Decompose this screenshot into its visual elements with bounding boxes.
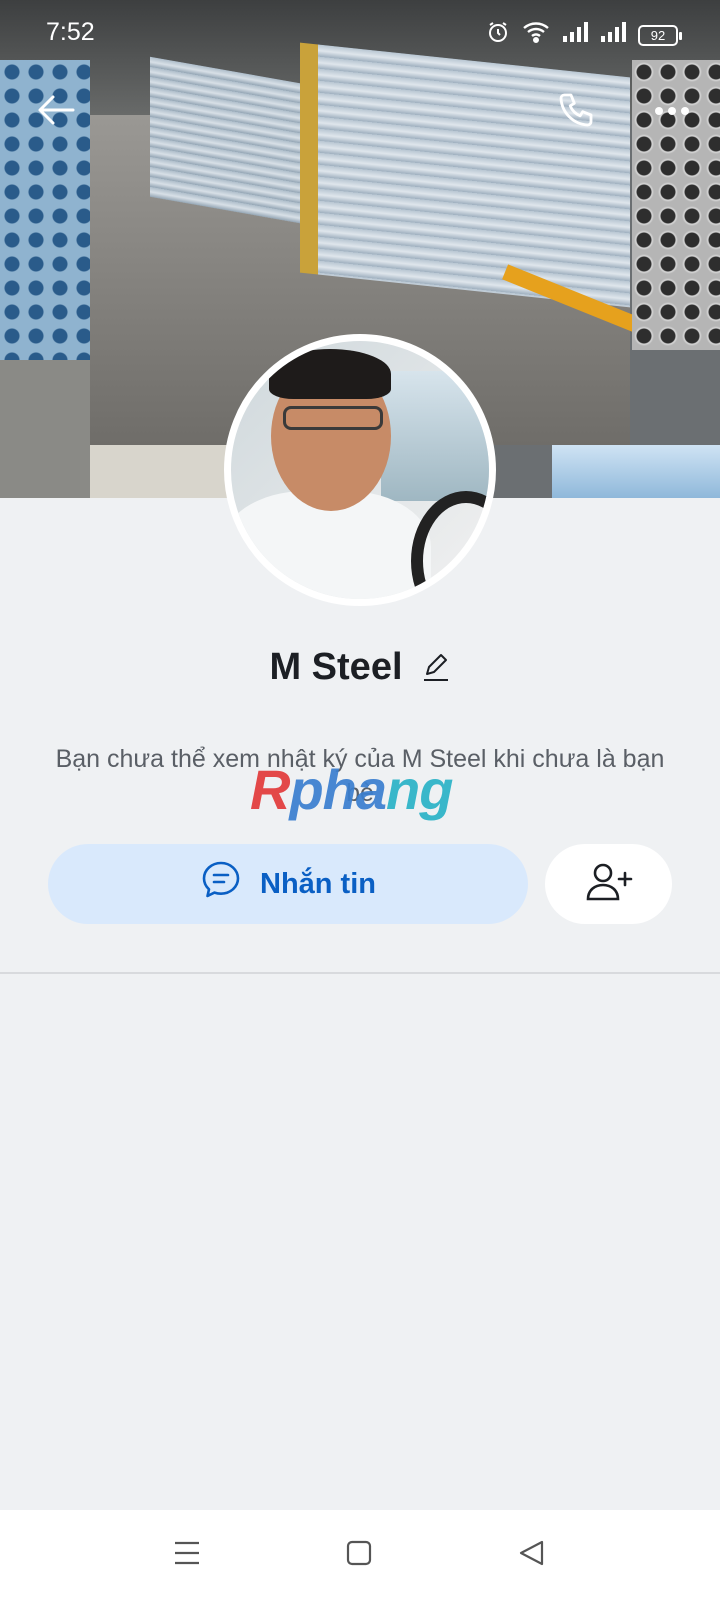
avatar-glasses [283, 406, 383, 430]
section-divider [0, 972, 720, 974]
status-time: 7:52 [46, 18, 95, 46]
avatar-steering-wheel [411, 491, 489, 599]
arrow-left-icon [37, 93, 75, 132]
profile-name: M Steel [269, 645, 403, 688]
system-back-button[interactable] [508, 1532, 554, 1578]
menu-lines-icon [173, 1540, 201, 1571]
watermark-logo: Rphang [250, 758, 453, 821]
message-button-label: Nhắn tin [260, 867, 376, 900]
call-button[interactable] [552, 88, 600, 136]
more-button[interactable] [648, 88, 696, 136]
add-user-icon [585, 861, 633, 908]
status-icons: 92 [486, 20, 682, 51]
cover-mid-bottom [90, 445, 230, 498]
pencil-icon[interactable] [421, 652, 451, 682]
add-friend-button[interactable] [545, 844, 672, 924]
cover-left-bottom [0, 360, 90, 498]
avatar-car-window [381, 371, 489, 501]
profile-name-row: M Steel [0, 642, 720, 692]
avatar-hair [269, 349, 391, 399]
signal-icon-2 [600, 21, 626, 50]
triangle-back-icon [518, 1539, 544, 1572]
home-button[interactable] [336, 1532, 382, 1578]
status-bar: 7:52 92 [0, 0, 720, 62]
wifi-icon [522, 20, 550, 51]
cover-pipe-rack-back [150, 56, 300, 224]
message-button[interactable]: Nhắn tin [48, 844, 528, 924]
battery-level: 92 [650, 28, 666, 43]
avatar[interactable] [224, 334, 496, 606]
square-icon [346, 1540, 372, 1571]
battery-icon: 92 [638, 25, 682, 46]
signal-icon-1 [562, 21, 588, 50]
alarm-icon [486, 20, 510, 51]
more-dots-icon [654, 103, 690, 121]
phone-icon [556, 90, 596, 135]
chat-bubble-icon [200, 859, 242, 909]
cover-right-sky [552, 445, 720, 498]
back-button[interactable] [32, 88, 80, 136]
recent-apps-button[interactable] [164, 1532, 210, 1578]
cover-pipe-rack [300, 42, 630, 308]
system-nav-bar [0, 1510, 720, 1600]
